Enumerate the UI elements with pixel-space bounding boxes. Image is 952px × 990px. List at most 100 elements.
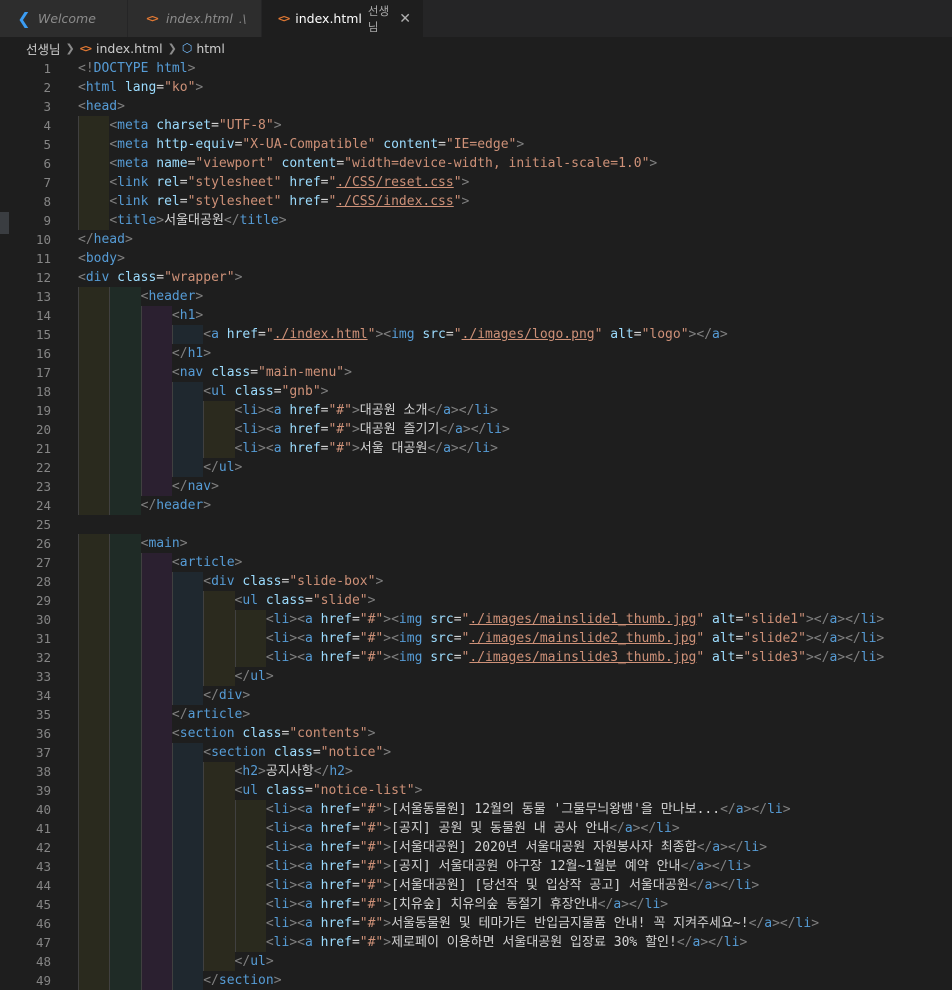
code-line[interactable]: 45 <li><a href="#">[치유숲] 치유의숲 동절기 휴장안내</…	[0, 895, 952, 914]
code-line[interactable]: 8 <link rel="stylesheet" href="./CSS/ind…	[0, 192, 952, 211]
code-text: </ul>	[234, 669, 274, 684]
code-text: <title>서울대공원</title>	[109, 213, 287, 228]
close-icon[interactable]: ✕	[399, 11, 411, 27]
code-text: <li><a href="#">제로페이 이용하면 서울대공원 입장료 30% …	[265, 935, 748, 950]
breadcrumb-file[interactable]: <> index.html	[80, 41, 163, 56]
code-line[interactable]: 12 <div class="wrapper">	[0, 268, 952, 287]
tab-description: 선생님	[367, 3, 390, 34]
code-text: <meta http-equiv="X-UA-Compatible" conte…	[109, 137, 525, 152]
line-number: 3	[43, 99, 51, 114]
code-line[interactable]: 26 <main>	[0, 534, 952, 553]
code-line[interactable]: 21 <li><a href="#">서울 대공원</a></li>	[0, 439, 952, 458]
line-number: 36	[35, 726, 51, 741]
code-line[interactable]: 35 </article>	[0, 705, 952, 724]
breadcrumb-symbol-label: html	[196, 40, 225, 56]
code-line[interactable]: 31 <li><a href="#"><img src="./images/ma…	[0, 629, 952, 648]
html-file-icon: <>	[146, 12, 158, 25]
code-line[interactable]: 27 <article>	[0, 553, 952, 572]
code-line[interactable]: 4 <meta charset="UTF-8">	[0, 116, 952, 135]
code-line[interactable]: 44 <li><a href="#">[서울대공원] [당선작 및 입상작 공고…	[0, 876, 952, 895]
code-line[interactable]: 25	[0, 515, 952, 534]
line-number: 6	[43, 156, 51, 171]
code-line[interactable]: 34 </div>	[0, 686, 952, 705]
code-line[interactable]: 14 <h1>	[0, 306, 952, 325]
code-line[interactable]: 17 <nav class="main-menu">	[0, 363, 952, 382]
code-line[interactable]: 23 </nav>	[0, 477, 952, 496]
code-line[interactable]: 24 </header>	[0, 496, 952, 515]
line-number: 2	[43, 80, 51, 95]
code-line[interactable]: 37 <section class="notice">	[0, 743, 952, 762]
breadcrumb-folder[interactable]: 선생님	[26, 39, 61, 58]
breadcrumb: 선생님 ❯ <> index.html ❯ ⬡ html	[0, 37, 952, 59]
line-number: 5	[43, 137, 51, 152]
code-line[interactable]: 3 <head>	[0, 97, 952, 116]
code-line[interactable]: 11 <body>	[0, 249, 952, 268]
code-line[interactable]: 41 <li><a href="#">[공지] 공원 및 동물원 내 공사 안내…	[0, 819, 952, 838]
symbol-element-icon: ⬡	[181, 41, 193, 55]
code-line[interactable]: 36 <section class="contents">	[0, 724, 952, 743]
editor-tab-bar: ❮ Welcome <> index.html .\ <> index.html…	[0, 0, 952, 37]
code-line[interactable]: 5 <meta http-equiv="X-UA-Compatible" con…	[0, 135, 952, 154]
code-line[interactable]: 40 <li><a href="#">[서울동물원] 12월의 동물 '그물무늬…	[0, 800, 952, 819]
line-number: 32	[35, 650, 51, 665]
code-text: <section class="notice">	[203, 745, 392, 760]
code-line[interactable]: 32 <li><a href="#"><img src="./images/ma…	[0, 648, 952, 667]
code-text: <link rel="stylesheet" href="./CSS/index…	[109, 194, 470, 209]
line-number: 27	[35, 555, 51, 570]
line-number: 12	[35, 270, 51, 285]
tab-index-html-local[interactable]: <> index.html .\	[128, 0, 262, 37]
code-editor[interactable]: 1 <!DOCTYPE html> 2 <html lang="ko"> 3 <head>…	[0, 59, 952, 990]
code-line[interactable]: 18 <ul class="gnb">	[0, 382, 952, 401]
line-number: 10	[35, 232, 51, 247]
code-line[interactable]: 1 <!DOCTYPE html>	[0, 59, 952, 78]
code-line[interactable]: 39 <ul class="notice-list">	[0, 781, 952, 800]
code-line[interactable]: 15 <a href="./index.html"><img src="./im…	[0, 325, 952, 344]
code-line[interactable]: 9 <title>서울대공원</title>	[0, 211, 952, 230]
code-line[interactable]: 7 <link rel="stylesheet" href="./CSS/res…	[0, 173, 952, 192]
code-line[interactable]: 2 <html lang="ko">	[0, 78, 952, 97]
line-number: 14	[35, 308, 51, 323]
code-text: <head>	[78, 99, 125, 114]
code-line[interactable]: 19 <li><a href="#">대공원 소개</a></li>	[0, 401, 952, 420]
code-line[interactable]: 10 </head>	[0, 230, 952, 249]
breadcrumb-file-label: index.html	[95, 40, 163, 56]
code-line[interactable]: 33 </ul>	[0, 667, 952, 686]
line-number: 35	[35, 707, 51, 722]
tab-welcome[interactable]: ❮ Welcome	[0, 0, 128, 37]
line-number: 33	[35, 669, 51, 684]
breadcrumb-symbol[interactable]: ⬡ html	[182, 41, 225, 56]
code-line[interactable]: 42 <li><a href="#">[서울대공원] 2020년 서울대공원 자…	[0, 838, 952, 857]
code-text: <li><a href="#">대공원 소개</a></li>	[234, 403, 498, 418]
tab-label: index.html	[295, 11, 362, 26]
code-line[interactable]: 48 </ul>	[0, 952, 952, 971]
code-line[interactable]: 28 <div class="slide-box">	[0, 572, 952, 591]
code-text: <a href="./index.html"><img src="./image…	[203, 327, 728, 342]
code-line[interactable]: 22 </ul>	[0, 458, 952, 477]
line-number: 28	[35, 574, 51, 589]
line-number: 4	[43, 118, 51, 133]
line-number: 24	[35, 498, 51, 513]
code-line[interactable]: 46 <li><a href="#">서울동물원 및 테마가든 반입금지물품 안…	[0, 914, 952, 933]
line-number: 38	[35, 764, 51, 779]
line-number: 7	[43, 175, 51, 190]
code-line[interactable]: 20 <li><a href="#">대공원 즐기기</a></li>	[0, 420, 952, 439]
chevron-right-icon: ❯	[167, 41, 177, 55]
code-line[interactable]: 49 </section>	[0, 971, 952, 990]
line-number: 39	[35, 783, 51, 798]
code-line[interactable]: 47 <li><a href="#">제로페이 이용하면 서울대공원 입장료 3…	[0, 933, 952, 952]
code-text: <html lang="ko">	[78, 80, 204, 95]
code-text: </nav>	[171, 479, 219, 494]
code-line[interactable]: 13 <header>	[0, 287, 952, 306]
code-line[interactable]: 6 <meta name="viewport" content="width=d…	[0, 154, 952, 173]
code-text: </ul>	[234, 954, 274, 969]
code-line[interactable]: 30 <li><a href="#"><img src="./images/ma…	[0, 610, 952, 629]
line-number: 25	[35, 517, 51, 532]
code-line[interactable]: 16 </h1>	[0, 344, 952, 363]
line-number: 43	[35, 859, 51, 874]
code-line[interactable]: 29 <ul class="slide">	[0, 591, 952, 610]
code-line[interactable]: 43 <li><a href="#">[공지] 서울대공원 야구장 12월~1월…	[0, 857, 952, 876]
code-line[interactable]: 38 <h2>공지사항</h2>	[0, 762, 952, 781]
code-text: <li><a href="#"><img src="./images/mains…	[265, 612, 885, 627]
line-number: 19	[35, 403, 51, 418]
tab-index-html-teacher[interactable]: <> index.html 선생님 ✕	[262, 0, 424, 37]
